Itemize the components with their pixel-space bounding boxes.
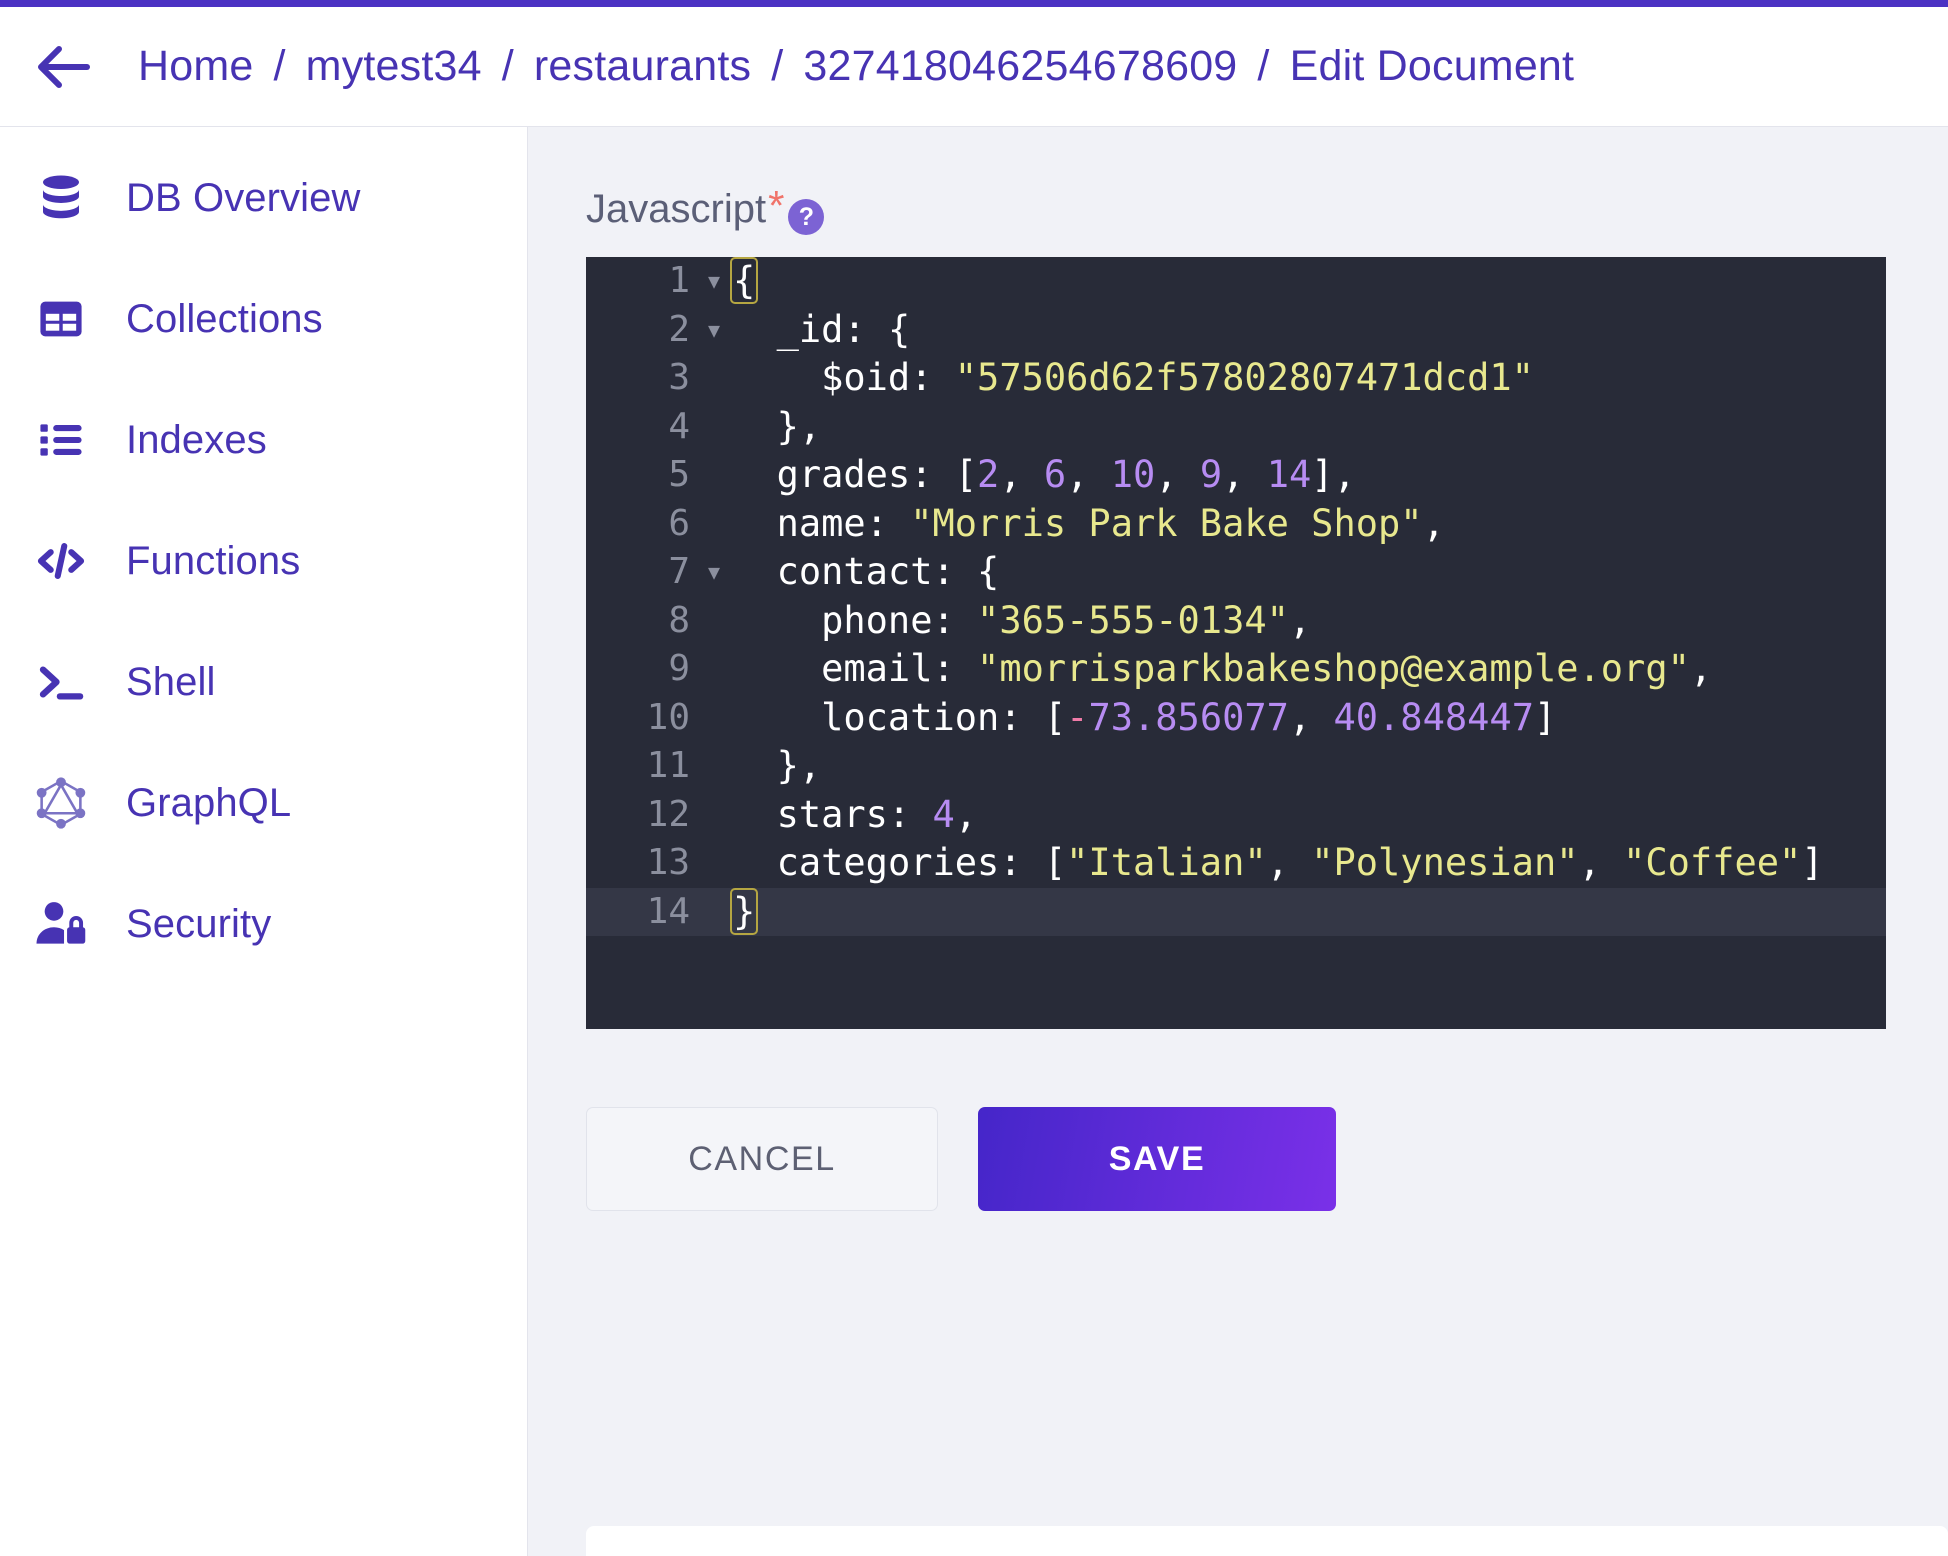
code-line[interactable]: 11 }, (586, 742, 1886, 791)
sidebar-item-indexes[interactable]: Indexes (0, 397, 527, 483)
code-line[interactable]: 5 grades: [2, 6, 10, 9, 14], (586, 451, 1886, 500)
code-line[interactable]: 4 }, (586, 403, 1886, 452)
breadcrumb-item-collection[interactable]: restaurants (534, 42, 751, 91)
person-lock-icon (24, 896, 98, 952)
help-icon[interactable]: ? (788, 199, 825, 235)
code-text: phone: "365-555-0134", (821, 598, 1312, 642)
editor-label-text: Javascript (586, 187, 767, 231)
line-number: 12 (646, 793, 690, 835)
code-text: location: [-73.856077, 40.848447] (821, 695, 1557, 739)
line-number: 2 (668, 308, 690, 350)
page-header: Home / mytest34 / restaurants / 32741804… (0, 7, 1948, 127)
code-text: _id: { (776, 307, 911, 351)
code-line[interactable]: 13 categories: ["Italian", "Polynesian",… (586, 839, 1886, 888)
code-text: name: "Morris Park Bake Shop", (776, 501, 1445, 545)
fold-arrow-icon[interactable]: ▼ (696, 257, 732, 306)
arrow-left-icon (38, 45, 90, 88)
sidebar-item-functions[interactable]: Functions (0, 518, 527, 604)
editor-field-label: Javascript * ? (528, 127, 1948, 235)
sidebar-nav: DB Overview Collections Indexes Function… (0, 127, 528, 1556)
line-number: 9 (668, 648, 690, 689)
code-text: categories: ["Italian", "Polynesian", "C… (776, 841, 1824, 884)
cancel-button[interactable]: CANCEL (586, 1107, 938, 1211)
sidebar-item-collections[interactable]: Collections (0, 276, 527, 362)
sidebar-item-label: Functions (126, 538, 301, 583)
database-icon (24, 171, 98, 225)
breadcrumb-item-database[interactable]: mytest34 (306, 42, 482, 91)
breadcrumb-item-home[interactable]: Home (138, 42, 254, 91)
line-number: 4 (668, 405, 690, 447)
form-actions: CANCEL SAVE (586, 1107, 1948, 1211)
code-text: }, (776, 404, 822, 448)
code-brackets-icon (24, 533, 98, 589)
breadcrumb-separator: / (1257, 42, 1270, 90)
code-text: }, (776, 744, 822, 787)
line-number: 8 (668, 599, 690, 641)
app-body: DB Overview Collections Indexes Function… (0, 127, 1948, 1556)
code-line[interactable]: 2 ▼ _id: { (586, 306, 1886, 355)
fold-arrow-icon[interactable]: ▼ (696, 306, 732, 355)
line-number: 13 (646, 842, 690, 883)
code-text: $oid: "57506d62f57802807471dcd1" (821, 356, 1534, 399)
code-line[interactable]: 10 location: [-73.856077, 40.848447] (586, 694, 1886, 743)
line-number: 11 (646, 745, 690, 786)
top-accent-bar (0, 0, 1948, 7)
code-text: email: "morrisparkbakeshop@example.org", (821, 647, 1713, 690)
breadcrumb-item-current-page: Edit Document (1289, 42, 1575, 90)
code-text: stars: 4, (776, 792, 978, 836)
table-grid-icon (24, 293, 98, 345)
sidebar-item-db-overview[interactable]: DB Overview (0, 155, 527, 241)
fold-arrow-icon[interactable]: ▼ (696, 548, 732, 597)
breadcrumb: Home / mytest34 / restaurants / 32741804… (138, 42, 1574, 91)
terminal-prompt-icon (24, 655, 98, 709)
sidebar-item-shell[interactable]: Shell (0, 639, 527, 725)
sidebar-item-graphql[interactable]: GraphQL (0, 760, 527, 846)
code-text: contact: { (776, 550, 1000, 593)
code-line[interactable]: 14} (586, 887, 1886, 936)
sidebar-item-label: GraphQL (126, 780, 292, 825)
line-number: 7 (668, 551, 690, 592)
required-asterisk: * (768, 182, 785, 229)
code-line[interactable]: 1 ▼{ (586, 257, 1886, 306)
sidebar-item-label: Shell (126, 659, 216, 704)
breadcrumb-item-document-id[interactable]: 327418046254678609 (803, 42, 1237, 91)
code-text: } (729, 887, 759, 935)
code-line[interactable]: 3 $oid: "57506d62f57802807471dcd1" (586, 354, 1886, 403)
line-number: 1 (668, 260, 690, 301)
sidebar-item-label: DB Overview (126, 175, 361, 220)
line-number: 10 (646, 696, 690, 738)
save-button[interactable]: SAVE (978, 1107, 1336, 1211)
code-line[interactable]: 12 stars: 4, (586, 791, 1886, 840)
bottom-panel-edge (586, 1526, 1948, 1556)
line-number: 5 (668, 454, 690, 495)
graphql-hexagon-icon (24, 775, 98, 831)
main-content: Javascript * ? 1 ▼{2 ▼ _id: {3 $oid: "5750… (528, 127, 1948, 1556)
code-text: { (729, 257, 759, 304)
code-line[interactable]: 8 phone: "365-555-0134", (586, 597, 1886, 646)
sidebar-item-security[interactable]: Security (0, 881, 527, 967)
line-number: 3 (668, 357, 690, 398)
back-button[interactable] (34, 36, 96, 98)
sidebar-item-label: Security (126, 901, 272, 946)
line-number: 6 (668, 502, 690, 544)
breadcrumb-separator: / (771, 42, 784, 90)
line-number: 14 (646, 890, 690, 932)
sidebar-item-label: Indexes (126, 417, 267, 462)
list-icon (24, 414, 98, 466)
sidebar-item-label: Collections (126, 296, 323, 341)
breadcrumb-separator: / (501, 42, 514, 90)
code-line[interactable]: 7 ▼ contact: { (586, 548, 1886, 597)
code-line[interactable]: 9 email: "morrisparkbakeshop@example.org… (586, 645, 1886, 694)
code-text: grades: [2, 6, 10, 9, 14], (776, 453, 1356, 496)
code-line[interactable]: 6 name: "Morris Park Bake Shop", (586, 500, 1886, 549)
javascript-code-editor[interactable]: 1 ▼{2 ▼ _id: {3 $oid: "57506d62f5780280747… (586, 257, 1886, 1029)
breadcrumb-separator: / (273, 42, 286, 90)
